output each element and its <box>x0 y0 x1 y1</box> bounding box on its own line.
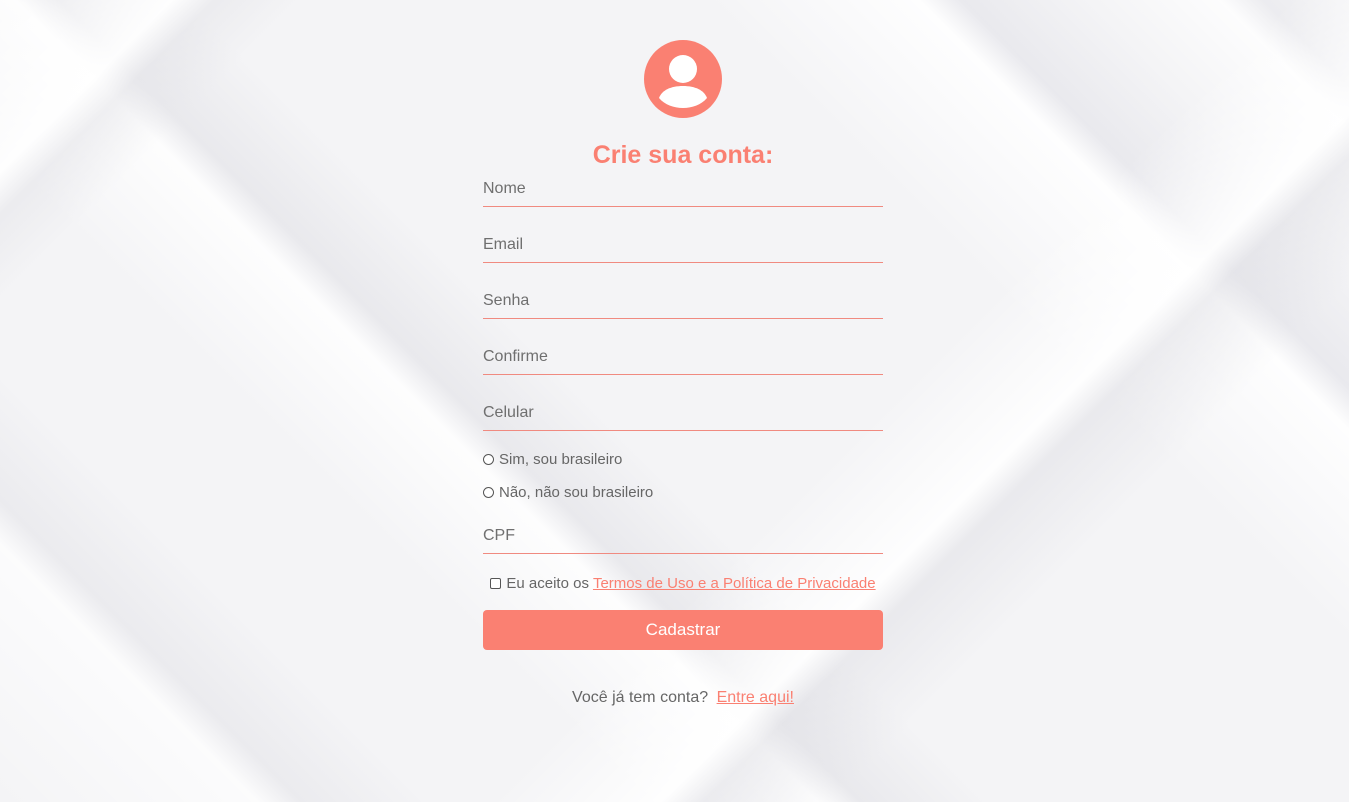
register-button[interactable]: Cadastrar <box>483 610 883 650</box>
page-title: Crie sua conta: <box>592 141 774 169</box>
email-field-wrapper <box>483 229 883 263</box>
name-input[interactable] <box>483 173 883 205</box>
email-input[interactable] <box>483 229 883 261</box>
terms-prefix: Eu aceito os <box>506 574 589 592</box>
login-prompt: Você já tem conta? Entre aqui! <box>483 689 883 707</box>
brazilian-yes-option[interactable]: Sim, sou brasileiro <box>483 449 883 469</box>
brazilian-no-label: Não, não sou brasileiro <box>499 483 654 501</box>
cpf-field-wrapper <box>483 520 883 554</box>
brazilian-yes-label: Sim, sou brasileiro <box>499 450 623 468</box>
cpf-input[interactable] <box>483 520 883 552</box>
terms-row: Eu aceito os Termos de Uso e a Política … <box>483 573 883 593</box>
password-field-wrapper <box>483 285 883 319</box>
brazilian-no-radio[interactable] <box>483 486 494 498</box>
name-field-wrapper <box>483 173 883 207</box>
signup-form: Crie sua conta: Sim, sou brasileiro Não,… <box>483 40 883 707</box>
phone-field-wrapper <box>483 397 883 431</box>
login-question: Você já tem conta? <box>572 689 709 706</box>
user-avatar-icon <box>644 40 722 118</box>
brazilian-yes-radio[interactable] <box>483 453 494 465</box>
brazilian-no-option[interactable]: Não, não sou brasileiro <box>483 482 883 502</box>
login-link[interactable]: Entre aqui! <box>717 689 794 706</box>
phone-input[interactable] <box>483 397 883 429</box>
confirm-password-field-wrapper <box>483 341 883 375</box>
confirm-password-input[interactable] <box>483 341 883 373</box>
password-input[interactable] <box>483 285 883 317</box>
terms-link[interactable]: Termos de Uso e a Política de Privacidad… <box>593 575 876 592</box>
terms-checkbox[interactable] <box>490 577 502 589</box>
